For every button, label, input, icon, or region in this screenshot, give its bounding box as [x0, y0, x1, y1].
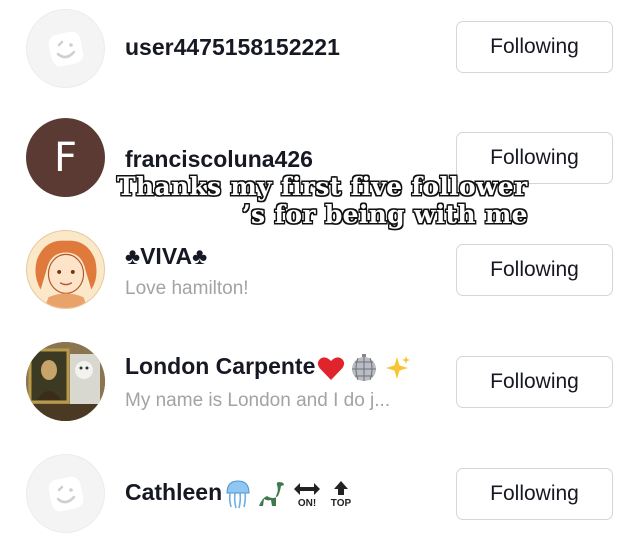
jellyfish-icon	[226, 480, 250, 509]
top-arrow-icon: TOP	[331, 481, 352, 508]
smiley-placeholder-icon	[48, 476, 83, 511]
sparkles-icon	[386, 355, 411, 379]
on-label: ON!	[298, 498, 316, 508]
list-item[interactable]: London Carpente My name is London and I …	[0, 336, 640, 448]
bio-text: My name is London and I do j...	[125, 390, 391, 411]
red-heart-icon	[318, 357, 345, 380]
username[interactable]: ♣VIVA♣	[125, 243, 207, 270]
bio-text: Love hamilton!	[125, 278, 249, 299]
caption-overlay-line-2: ’s for being with me	[242, 200, 528, 229]
following-button[interactable]: Following	[456, 468, 613, 520]
username-text: Cathleen	[125, 479, 223, 506]
dinosaur-icon	[259, 482, 285, 506]
following-button[interactable]: Following	[456, 21, 613, 73]
following-button[interactable]: Following	[456, 356, 613, 408]
username[interactable]: Cathleen ON! TOP	[125, 479, 355, 509]
default-avatar[interactable]	[26, 9, 105, 88]
letter-avatar[interactable]: F	[26, 118, 105, 197]
name-emojis: ON! TOP	[224, 479, 355, 509]
default-avatar[interactable]	[26, 454, 105, 533]
caption-overlay-line-1: Thanks my first five follower	[117, 172, 528, 201]
list-item[interactable]: user4475158152221 Following	[0, 0, 640, 112]
top-label: TOP	[331, 498, 352, 508]
avatar-letter: F	[53, 134, 77, 181]
on-arrow-icon: ON!	[294, 483, 321, 508]
smiley-placeholder-icon	[48, 31, 83, 66]
username[interactable]: user4475158152221	[125, 34, 340, 61]
disco-ball-icon	[352, 353, 377, 381]
username-text: London Carpente	[125, 353, 316, 379]
photo-portrait-icon	[26, 342, 105, 421]
name-emojis	[317, 353, 411, 382]
list-item[interactable]: ♣VIVA♣ Love hamilton! Following	[0, 224, 640, 336]
following-button[interactable]: Following	[456, 244, 613, 296]
username[interactable]: franciscoluna426	[125, 146, 313, 173]
drawn-portrait-icon	[27, 231, 104, 308]
photo-avatar[interactable]	[26, 342, 105, 421]
drawn-portrait-avatar[interactable]	[26, 230, 105, 309]
username[interactable]: London Carpente	[125, 353, 411, 382]
list-item[interactable]: Cathleen ON! TOP Following	[0, 448, 640, 547]
